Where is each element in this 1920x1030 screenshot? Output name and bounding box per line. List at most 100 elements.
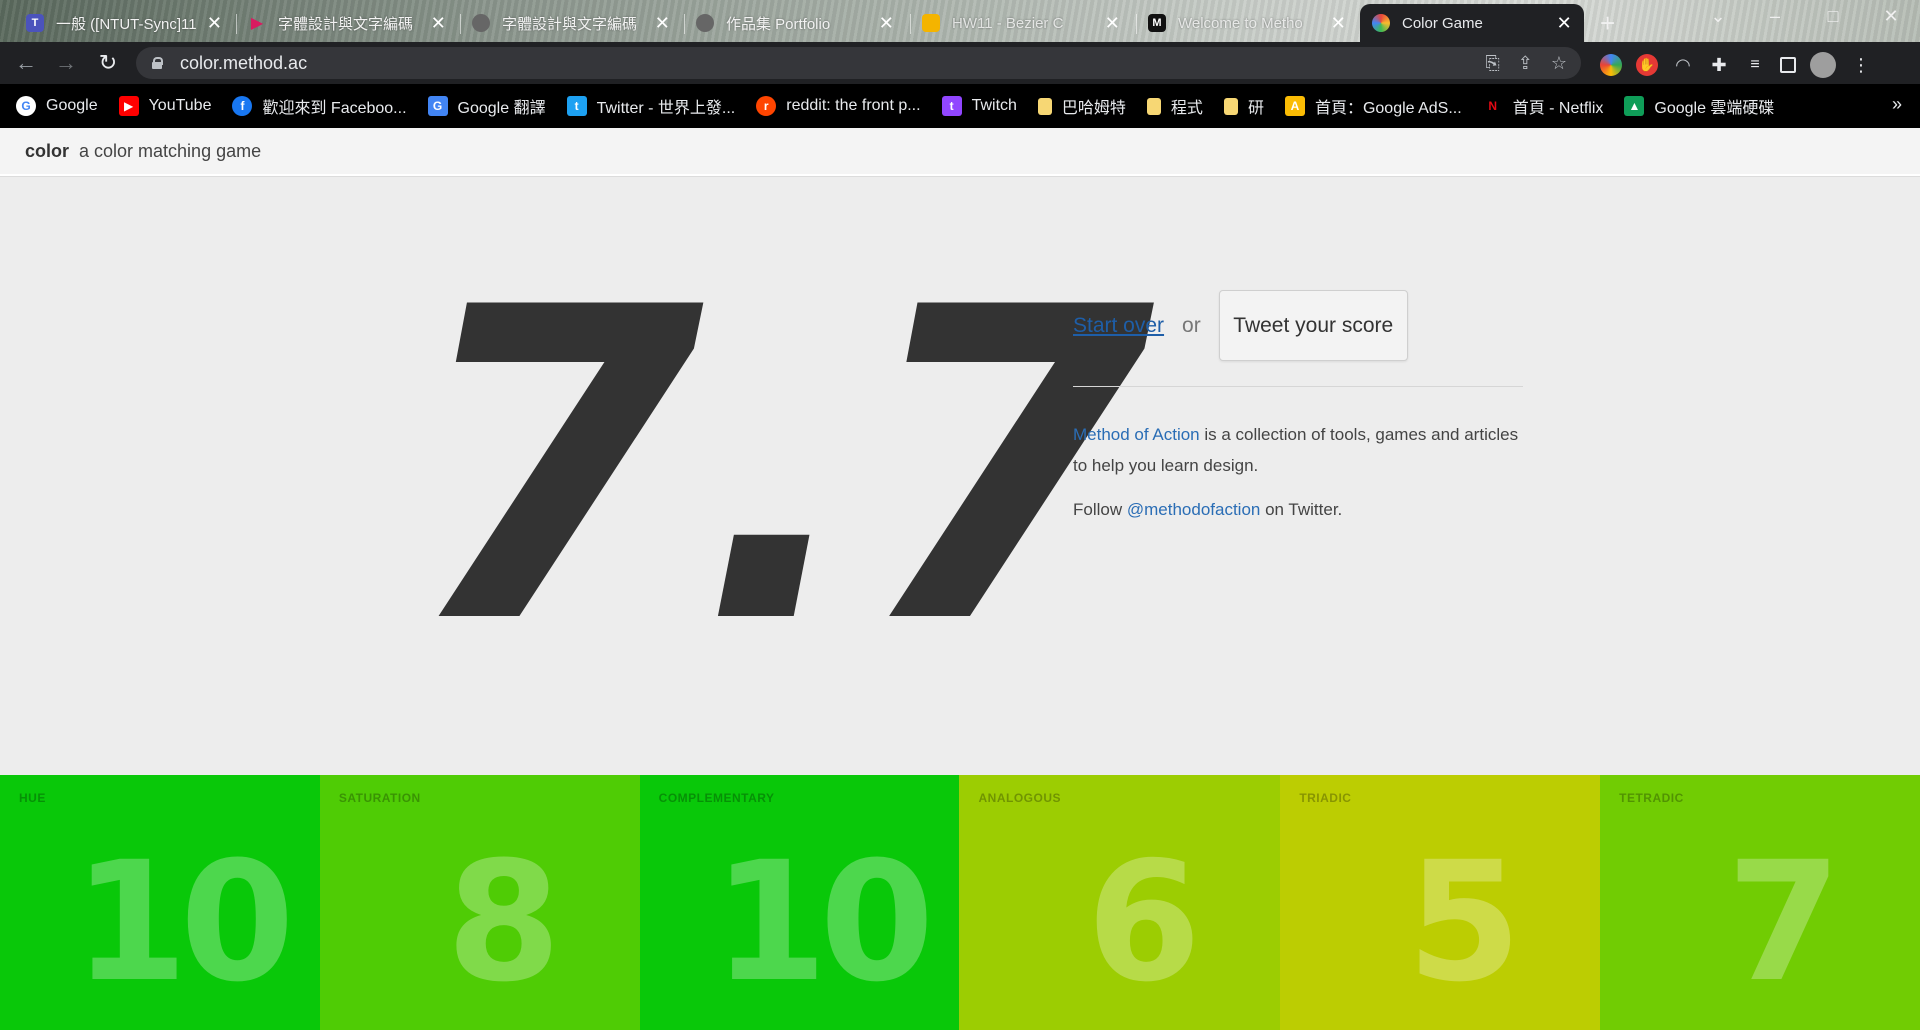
globe-icon xyxy=(696,14,714,32)
tab-title: 字體設計與文字編碼 xyxy=(502,15,638,33)
close-icon[interactable]: ✕ xyxy=(1556,13,1572,34)
tile-label: TRIADIC xyxy=(1299,791,1352,805)
tab-title: 一般 ([NTUT-Sync]11 xyxy=(56,15,197,33)
twitter-icon: t xyxy=(566,96,587,116)
site-header: color a color matching game xyxy=(0,128,1920,176)
or-text: or xyxy=(1182,313,1201,337)
translate-icon: G xyxy=(427,96,448,116)
address-bar[interactable]: color.method.ac ⎘ ⇪ ☆ xyxy=(136,47,1581,79)
close-icon[interactable]: ✕ xyxy=(1331,13,1346,34)
tab-portfolio[interactable]: 作品集 Portfolio ✕ xyxy=(684,4,906,42)
bookmark-item[interactable]: N 首頁 - Netflix xyxy=(1483,94,1604,118)
close-icon[interactable]: ✕ xyxy=(431,13,446,34)
tab-title: Welcome to Metho xyxy=(1178,14,1303,32)
bookmark-label: YouTube xyxy=(148,97,212,114)
final-score: 7.7 xyxy=(405,218,1155,718)
browser-toolbar: ← → ↻ color.method.ac ⎘ ⇪ ☆ ✋ ◠ ✚ ≡ ⋮ xyxy=(0,42,1920,84)
follow-prefix: Follow xyxy=(1073,500,1127,519)
lock-icon[interactable] xyxy=(152,57,163,69)
bookmark-item[interactable]: 研 xyxy=(1223,94,1264,118)
bookmark-label: 首頁 - Netflix xyxy=(1512,100,1604,117)
close-icon[interactable]: ✕ xyxy=(207,13,222,34)
tile-label: TETRADIC xyxy=(1619,791,1684,805)
translate-icon[interactable]: ⎘ xyxy=(1485,53,1499,74)
reddit-icon: r xyxy=(756,96,777,116)
result-actions: Start over or Tweet your score xyxy=(1073,290,1408,361)
extension-arc-icon[interactable]: ◠ xyxy=(1672,54,1694,76)
start-over-link[interactable]: Start over xyxy=(1073,314,1164,338)
bookmark-item[interactable]: 巴哈姆特 xyxy=(1037,94,1126,118)
more-bookmarks-icon[interactable]: » xyxy=(1892,94,1902,115)
bookmark-label: Google xyxy=(46,97,98,114)
tab-hw11[interactable]: HW11 - Bezier C ✕ xyxy=(910,4,1132,42)
tile-score: 7 xyxy=(1726,826,1842,1018)
new-tab-button[interactable]: + xyxy=(1600,8,1615,39)
twitch-icon: t xyxy=(941,96,962,116)
slides-icon xyxy=(922,14,940,32)
tab-color-game[interactable]: Color Game ✕ xyxy=(1360,4,1584,42)
follow-text: Follow @methodofaction on Twitter. xyxy=(1073,500,1342,520)
site-tagline: a color matching game xyxy=(79,140,262,161)
menu-kebab-icon[interactable]: ⋮ xyxy=(1850,54,1872,76)
netflix-icon: N xyxy=(1488,99,1498,113)
site-brand[interactable]: color xyxy=(25,141,69,162)
tab-title: HW11 - Bezier C xyxy=(952,14,1064,32)
score-tile-saturation: SATURATION 8 xyxy=(319,775,640,1030)
back-arrow-icon[interactable]: ← xyxy=(14,51,38,75)
profile-avatar[interactable] xyxy=(1810,52,1836,78)
tab-teams[interactable]: T 一般 ([NTUT-Sync]11 ✕ xyxy=(14,4,234,42)
media-control-icon[interactable]: ≡ xyxy=(1744,54,1766,76)
tile-score: 5 xyxy=(1406,826,1522,1018)
twitter-handle-link[interactable]: @methodofaction xyxy=(1127,500,1261,519)
adblock-icon[interactable]: ✋ xyxy=(1636,54,1658,76)
close-window-button[interactable]: ✕ xyxy=(1868,6,1914,27)
color-wheel-icon xyxy=(1372,14,1390,32)
close-icon[interactable]: ✕ xyxy=(879,13,894,34)
tile-score: 10 xyxy=(73,826,295,1018)
bookmark-item[interactable]: t Twitter - 世界上發... xyxy=(566,94,735,118)
bookmark-star-icon[interactable]: ☆ xyxy=(1551,53,1567,74)
share-icon[interactable]: ⇪ xyxy=(1518,53,1533,74)
bookmark-item[interactable]: ▲ Google 雲端硬碟 xyxy=(1624,94,1774,118)
extensions-puzzle-icon[interactable]: ✚ xyxy=(1708,54,1730,76)
bookmark-item[interactable]: A 首頁：Google AdS... xyxy=(1284,94,1462,118)
url-text[interactable]: color.method.ac xyxy=(180,53,307,74)
bookmark-item[interactable]: f 歡迎來到 Faceboo... xyxy=(232,94,407,118)
category-scores: HUE 10 SATURATION 8 COMPLEMENTARY 10 ANALOGOUS… xyxy=(0,775,1920,1030)
tile-label: SATURATION xyxy=(338,791,421,805)
bookmark-label: 巴哈姆特 xyxy=(1061,100,1126,117)
minimize-button[interactable]: – xyxy=(1752,6,1798,27)
extension-chrome-icon[interactable] xyxy=(1600,54,1622,76)
google-ads-icon: A xyxy=(1284,96,1305,116)
tab-search-icon[interactable]: ⌄ xyxy=(1695,6,1741,27)
bookmark-label: Twitch xyxy=(971,97,1017,114)
facebook-icon: f xyxy=(232,96,253,116)
maximize-button[interactable]: □ xyxy=(1810,6,1856,27)
google-drive-icon: ▲ xyxy=(1624,96,1645,116)
bookmark-item[interactable]: G Google 翻譯 xyxy=(427,94,546,118)
tile-label: HUE xyxy=(19,791,46,805)
score-tile-hue: HUE 10 xyxy=(0,775,320,1030)
score-tile-triadic: TRIADIC 5 xyxy=(1280,775,1601,1030)
bookmark-item[interactable]: t Twitch xyxy=(941,96,1017,116)
forward-arrow-icon[interactable]: → xyxy=(54,51,78,75)
bookmark-item[interactable]: r reddit: the front p... xyxy=(756,96,921,116)
bookmarks-bar: G Google ▶ YouTube f 歡迎來到 Faceboo... G Google 翻… xyxy=(0,84,1920,128)
tab-font-design-1[interactable]: ▶ 字體設計與文字編碼 ✕ xyxy=(236,4,458,42)
side-panel-icon[interactable] xyxy=(1780,57,1796,73)
method-logo-icon: M xyxy=(1148,14,1166,32)
close-icon[interactable]: ✕ xyxy=(1105,13,1120,34)
tab-method[interactable]: M Welcome to Metho ✕ xyxy=(1136,4,1358,42)
bookmark-label: 程式 xyxy=(1170,100,1203,117)
close-icon[interactable]: ✕ xyxy=(655,13,670,34)
bookmark-item[interactable]: ▶ YouTube xyxy=(118,96,212,116)
folder-icon xyxy=(1223,97,1238,115)
folder-icon xyxy=(1037,97,1052,115)
method-of-action-link[interactable]: Method of Action xyxy=(1073,425,1200,444)
bookmark-item[interactable]: G Google xyxy=(16,96,98,116)
bookmark-item[interactable]: 程式 xyxy=(1146,94,1203,118)
tab-font-design-2[interactable]: 字體設計與文字編碼 ✕ xyxy=(460,4,682,42)
tweet-score-button[interactable]: Tweet your score xyxy=(1218,290,1408,361)
reload-icon[interactable]: ↻ xyxy=(96,51,120,75)
bookmark-label: 研 xyxy=(1247,100,1264,117)
